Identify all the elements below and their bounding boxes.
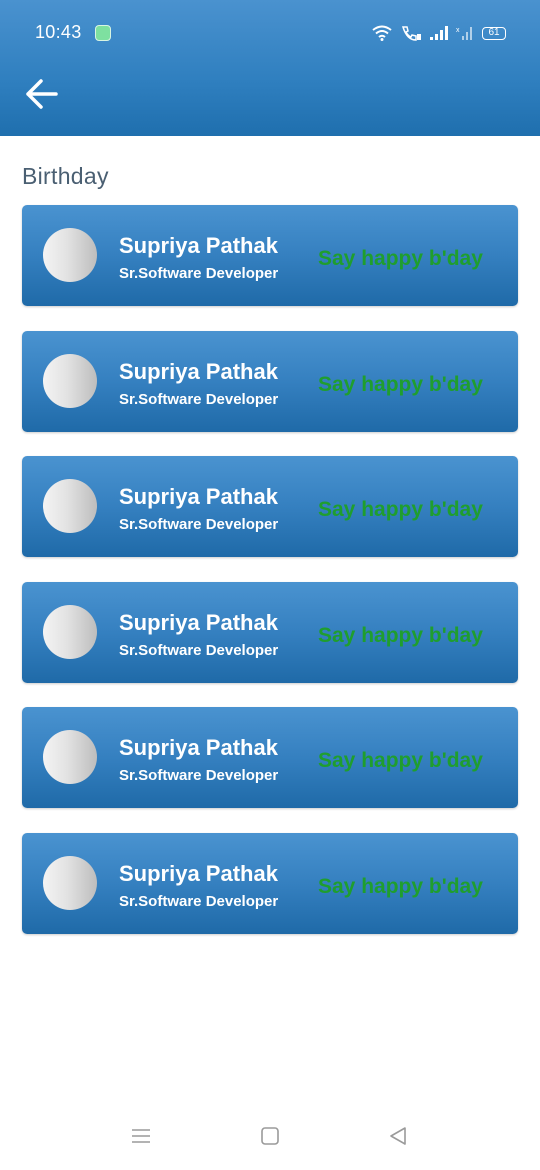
say-happy-bday-button[interactable]: Say happy b'day bbox=[318, 373, 483, 397]
notification-icon bbox=[95, 25, 111, 41]
wifi-calling-icon bbox=[401, 26, 421, 41]
signal-no-service-icon: x bbox=[456, 27, 472, 40]
birthday-list: Supriya Pathak Sr.Software Developer Say… bbox=[22, 205, 518, 958]
person-role: Sr.Software Developer bbox=[119, 767, 279, 784]
person-name: Supriya Pathak bbox=[119, 484, 278, 509]
person-role: Sr.Software Developer bbox=[119, 892, 279, 910]
status-icons: x 61 bbox=[372, 22, 506, 44]
person-name: Supriya Pathak bbox=[119, 233, 278, 258]
status-time: 10:43 bbox=[35, 22, 82, 42]
status-bar: 10:43 x 61 bbox=[0, 0, 540, 66]
avatar bbox=[43, 228, 97, 282]
system-nav-bar bbox=[0, 1110, 540, 1170]
say-happy-bday-button[interactable]: Say happy b'day bbox=[318, 749, 483, 773]
person-name: Supriya Pathak bbox=[119, 609, 278, 635]
say-happy-bday-button[interactable]: Say happy b'day bbox=[318, 875, 483, 899]
person-role: Sr.Software Developer bbox=[119, 641, 279, 659]
birthday-card: Supriya Pathak Sr.Software Developer Say… bbox=[22, 330, 518, 432]
wifi-icon bbox=[372, 25, 392, 41]
avatar bbox=[43, 730, 97, 784]
birthday-card: Supriya Pathak Sr.Software Developer Say… bbox=[22, 707, 518, 808]
say-happy-bday-button[interactable]: Say happy b'day bbox=[318, 247, 483, 271]
section-title: Birthday bbox=[22, 163, 109, 189]
birthday-card: Supriya Pathak Sr.Software Developer Say… bbox=[22, 581, 518, 683]
signal-icon bbox=[430, 26, 448, 40]
say-happy-bday-button[interactable]: Say happy b'day bbox=[318, 498, 483, 522]
person-name: Supriya Pathak bbox=[119, 860, 278, 886]
home-icon[interactable] bbox=[260, 1126, 280, 1146]
arrow-left-icon bbox=[26, 79, 58, 109]
person-name: Supriya Pathak bbox=[119, 735, 278, 760]
back-button[interactable] bbox=[22, 74, 62, 114]
person-role: Sr.Software Developer bbox=[119, 265, 279, 282]
avatar bbox=[43, 479, 97, 533]
person-role: Sr.Software Developer bbox=[119, 390, 279, 408]
say-happy-bday-button[interactable]: Say happy b'day bbox=[318, 624, 483, 648]
person-role: Sr.Software Developer bbox=[119, 516, 279, 533]
person-name: Supriya Pathak bbox=[119, 358, 278, 384]
avatar bbox=[43, 353, 97, 408]
battery-icon: 61 bbox=[482, 26, 506, 40]
avatar bbox=[43, 855, 97, 910]
birthday-card: Supriya Pathak Sr.Software Developer Say… bbox=[22, 832, 518, 934]
birthday-card: Supriya Pathak Sr.Software Developer Say… bbox=[22, 205, 518, 306]
birthday-card: Supriya Pathak Sr.Software Developer Say… bbox=[22, 456, 518, 557]
back-triangle-icon[interactable] bbox=[388, 1126, 408, 1146]
app-bar: 10:43 x 61 bbox=[0, 0, 540, 136]
avatar bbox=[43, 604, 97, 659]
menu-icon[interactable] bbox=[131, 1126, 151, 1146]
svg-text:x: x bbox=[456, 27, 460, 34]
